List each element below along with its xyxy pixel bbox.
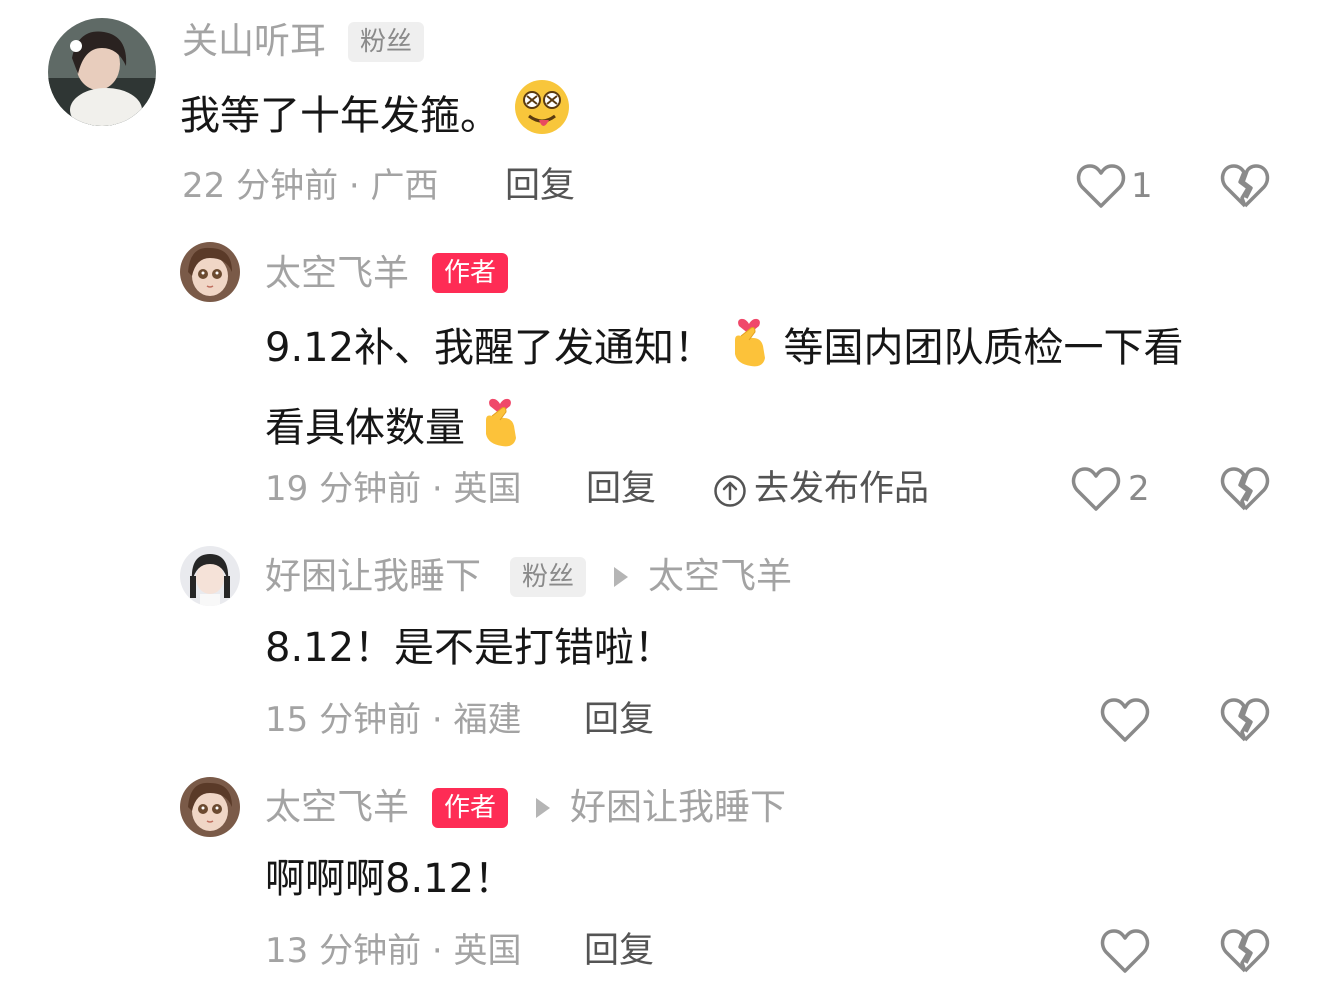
smiley-tongue-icon: [513, 78, 571, 158]
comment-text: 8.12！是不是打错啦！: [265, 625, 675, 671]
fan-badge: 粉丝: [348, 22, 425, 62]
heart-icon: [1076, 164, 1126, 208]
comment-time: 13 分钟前: [265, 931, 422, 971]
like-button[interactable]: [1076, 162, 1126, 214]
author-badge: 作者: [432, 253, 509, 293]
upload-icon[interactable]: [713, 474, 747, 512]
comment-location: 英国: [453, 469, 522, 509]
comment-username[interactable]: 好困让我睡下: [265, 555, 481, 599]
dislike-button[interactable]: [1220, 927, 1270, 979]
heart-icon: [1100, 929, 1150, 973]
dislike-button[interactable]: [1220, 162, 1270, 214]
reply-button[interactable]: 回复: [505, 164, 575, 208]
reply-button[interactable]: 回复: [586, 467, 656, 511]
comment-text-line: 等国内团队质检一下看: [783, 325, 1184, 371]
comment-username[interactable]: 关山听耳: [182, 20, 326, 64]
avatar[interactable]: [180, 242, 240, 302]
fan-badge: 粉丝: [510, 557, 587, 597]
like-count: 1: [1131, 166, 1153, 206]
avatar[interactable]: [180, 546, 240, 606]
broken-heart-icon: [1220, 698, 1270, 742]
reply-to-username[interactable]: 太空飞羊: [648, 555, 792, 599]
comment-username[interactable]: 太空飞羊: [265, 252, 409, 296]
author-badge: 作者: [432, 788, 509, 828]
comment-location: 福建: [453, 700, 522, 740]
reply-button[interactable]: 回复: [584, 698, 654, 742]
like-button[interactable]: [1071, 465, 1121, 517]
finger-heart-icon: [727, 310, 771, 390]
comment-text: 9.12补、我醒了发通知！ 等国内团队质检一下看 看具体数量: [265, 310, 1275, 470]
comment-meta: 15 分钟前 · 福建: [265, 698, 522, 742]
heart-icon: [1071, 467, 1121, 511]
broken-heart-icon: [1220, 467, 1270, 511]
dislike-button[interactable]: [1220, 696, 1270, 748]
like-button[interactable]: [1100, 927, 1150, 979]
broken-heart-icon: [1220, 929, 1270, 973]
comment-text: 我等了十年发箍。: [180, 78, 571, 158]
comment-text: 啊啊啊8.12！: [265, 856, 515, 902]
publish-work-button[interactable]: 去发布作品: [754, 467, 929, 511]
meta-separator: ·: [338, 166, 371, 206]
meta-separator: ·: [421, 931, 454, 971]
like-button[interactable]: [1100, 696, 1150, 748]
comment-text-line: 看具体数量: [265, 405, 465, 451]
comment-time: 19 分钟前: [265, 469, 422, 509]
reply-to-username[interactable]: 好困让我睡下: [570, 786, 786, 830]
comment-username[interactable]: 太空飞羊: [265, 786, 409, 830]
meta-separator: ·: [421, 700, 454, 740]
comment-location: 英国: [453, 931, 522, 971]
broken-heart-icon: [1220, 164, 1270, 208]
dislike-button[interactable]: [1220, 465, 1270, 517]
reply-button[interactable]: 回复: [584, 929, 654, 973]
comment-time: 22 分钟前: [182, 166, 339, 206]
like-count: 2: [1128, 469, 1150, 509]
finger-heart-icon: [478, 390, 522, 470]
comment-meta: 13 分钟前 · 英国: [265, 929, 522, 973]
comment-meta: 19 分钟前 · 英国: [265, 467, 522, 511]
meta-separator: ·: [421, 469, 454, 509]
comment-text-body: 我等了十年发箍。: [180, 93, 500, 139]
avatar[interactable]: [48, 18, 156, 126]
avatar[interactable]: [180, 777, 240, 837]
reply-to-arrow-icon: [536, 798, 550, 818]
heart-icon: [1100, 698, 1150, 742]
comment-text-line: 9.12补、我醒了发通知！: [265, 325, 715, 371]
comment-meta: 22 分钟前 · 广西: [182, 164, 439, 208]
reply-to-arrow-icon: [614, 567, 628, 587]
comment-location: 广西: [370, 166, 439, 206]
comment-time: 15 分钟前: [265, 700, 422, 740]
